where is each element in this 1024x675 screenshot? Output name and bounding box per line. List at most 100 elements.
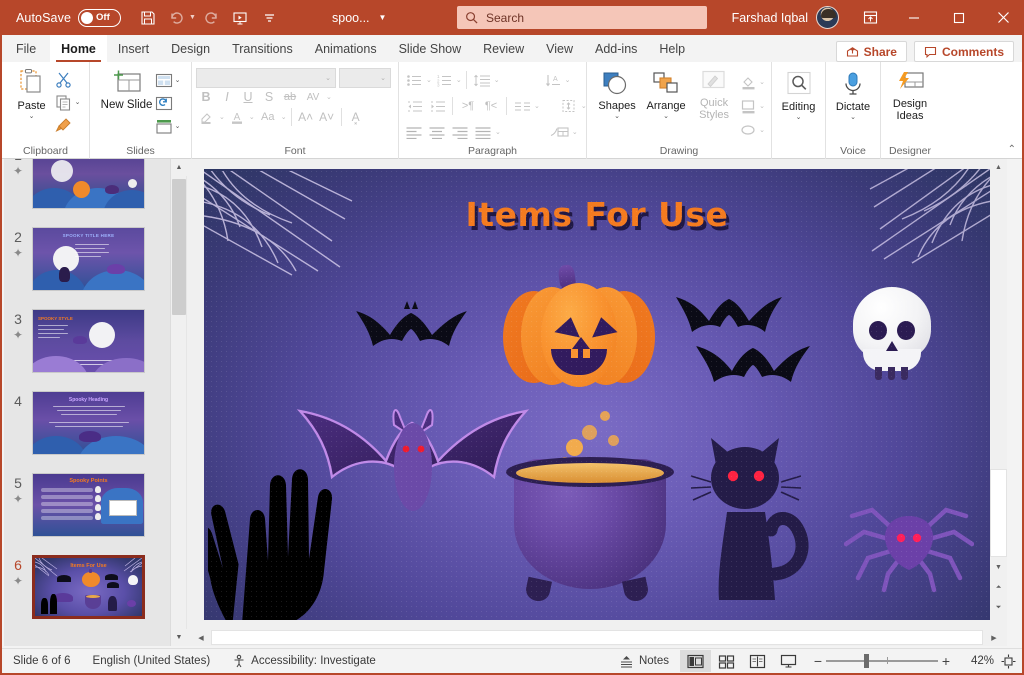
zoom-out-button[interactable]: − xyxy=(810,653,826,669)
layout-dropdown-caret[interactable]: ⌄ xyxy=(175,76,181,84)
slide-horizontal-scrollbar[interactable]: ◀ ▶ xyxy=(187,629,1007,646)
thumbnail-image-3[interactable]: SPOOKY STYLE xyxy=(32,309,145,373)
notes-button[interactable]: Notes xyxy=(608,649,680,674)
slide-title[interactable]: Items For Use xyxy=(204,195,990,234)
ribbon-display-options-icon[interactable] xyxy=(849,0,891,35)
thumbnail-image-1[interactable]: SPOOK FEST xyxy=(32,159,145,209)
slide-thumbnail-pane[interactable]: 1 ✦ SPOOK FEST 2 ✦ xyxy=(4,159,187,646)
jack-o-lantern-pumpkin[interactable] xyxy=(499,279,659,394)
bold-button[interactable]: B xyxy=(196,90,216,104)
design-ideas-button[interactable]: Design Ideas xyxy=(884,68,936,122)
zoom-in-button[interactable]: + xyxy=(938,653,954,669)
tab-file[interactable]: File xyxy=(2,35,50,62)
columns-caret[interactable]: ⌄ xyxy=(534,102,540,110)
tab-slide-show[interactable]: Slide Show xyxy=(388,35,473,62)
character-spacing-caret[interactable]: ⌄ xyxy=(326,93,332,101)
thumbnail-slide-6[interactable]: 6 ✦ Items For Use xyxy=(4,555,174,619)
avatar[interactable] xyxy=(816,6,839,29)
thumbnail-image-4[interactable]: Spooky Heading xyxy=(32,391,145,455)
zoom-track[interactable] xyxy=(826,660,938,662)
copy-button[interactable] xyxy=(53,91,75,113)
customize-quick-access-icon[interactable] xyxy=(256,5,283,31)
thumbnail-slide-1[interactable]: 1 ✦ SPOOK FEST xyxy=(4,159,174,209)
thumbnail-scroll-thumb[interactable] xyxy=(172,179,186,315)
copy-dropdown-caret[interactable]: ⌄ xyxy=(75,98,81,106)
font-color-button[interactable]: A xyxy=(226,106,248,128)
skull[interactable] xyxy=(849,287,935,385)
slide-counter[interactable]: Slide 6 of 6 xyxy=(2,649,82,674)
increase-font-size-button[interactable]: A˄ xyxy=(296,110,316,124)
arrange-button[interactable]: Arrange ⌄ xyxy=(641,67,691,121)
underline-button[interactable]: U xyxy=(238,90,258,104)
columns-button[interactable] xyxy=(511,95,533,117)
scroll-down-icon[interactable]: ▼ xyxy=(171,629,187,646)
reset-button[interactable] xyxy=(153,92,175,114)
scroll-up-icon[interactable]: ▲ xyxy=(990,159,1007,176)
dictate-button[interactable]: Dictate ⌄ xyxy=(829,68,877,122)
shape-fill-caret[interactable]: ⌄ xyxy=(759,78,765,86)
character-spacing-button[interactable]: AV xyxy=(301,92,325,103)
tab-view[interactable]: View xyxy=(535,35,584,62)
align-text-caret[interactable]: ⌄ xyxy=(581,102,587,110)
minimize-icon[interactable] xyxy=(891,0,936,35)
reading-view-button[interactable] xyxy=(742,650,773,672)
smartart-caret[interactable]: ⌄ xyxy=(572,128,578,136)
thumbnail-pane-scrollbar[interactable]: ▲ ▼ xyxy=(170,159,186,646)
chevron-down-icon[interactable]: ⌄ xyxy=(796,114,802,122)
section-dropdown-caret[interactable]: ⌄ xyxy=(175,122,181,130)
increase-indent-button[interactable] xyxy=(426,95,448,117)
thumbnail-image-5[interactable]: Spooky Points xyxy=(32,473,145,537)
text-shadow-button[interactable]: S xyxy=(259,90,279,104)
shape-fill-button[interactable] xyxy=(737,71,759,93)
tab-design[interactable]: Design xyxy=(160,35,221,62)
thumbnail-image-6[interactable]: Items For Use xyxy=(32,555,145,619)
ltr-text-button[interactable]: ¶< xyxy=(480,100,502,112)
chevron-down-icon[interactable]: ⌄ xyxy=(850,114,856,122)
language-indicator[interactable]: English (United States) xyxy=(82,649,222,674)
tab-help[interactable]: Help xyxy=(648,35,696,62)
zoom-level[interactable]: 42% xyxy=(960,655,994,667)
rtl-text-button[interactable]: >¶ xyxy=(457,100,479,112)
shape-effects-button[interactable] xyxy=(737,119,759,141)
line-spacing-button[interactable] xyxy=(471,69,493,91)
shapes-button[interactable]: Shapes ⌄ xyxy=(593,67,641,121)
slide-scroll-thumb[interactable] xyxy=(990,469,1007,557)
text-highlight-color-button[interactable] xyxy=(196,106,218,128)
collapse-ribbon-icon[interactable]: ⌃ xyxy=(1008,144,1016,155)
quick-styles-button[interactable]: Quick Styles xyxy=(691,67,737,121)
thumbnail-slide-2[interactable]: 2 ✦ SPOOKY TITLE HERE xyxy=(4,227,174,291)
chevron-down-icon[interactable]: ⌄ xyxy=(663,113,669,121)
scroll-right-icon[interactable]: ▶ xyxy=(986,629,1002,646)
search-input[interactable]: Search xyxy=(457,6,707,29)
zoom-knob[interactable] xyxy=(864,654,869,668)
font-name-combo[interactable]: ⌄ xyxy=(196,68,336,88)
strikethrough-button[interactable]: ab xyxy=(280,91,300,103)
layout-button[interactable] xyxy=(153,69,175,91)
font-size-combo[interactable]: ⌄ xyxy=(339,68,391,88)
thumbnail-slide-4[interactable]: 4 Spooky Heading xyxy=(4,391,174,455)
slide-sorter-view-button[interactable] xyxy=(711,650,742,672)
line-spacing-caret[interactable]: ⌄ xyxy=(494,76,500,84)
scroll-up-icon[interactable]: ▲ xyxy=(171,159,187,176)
comments-button[interactable]: Comments xyxy=(914,41,1014,62)
tab-insert[interactable]: Insert xyxy=(107,35,160,62)
cut-button[interactable] xyxy=(53,68,75,90)
thumbnail-slide-3[interactable]: 3 ✦ SPOOKY STYLE xyxy=(4,309,174,373)
slide-hscroll-thumb[interactable] xyxy=(211,630,983,645)
justify-button[interactable] xyxy=(472,121,494,143)
redo-icon[interactable] xyxy=(198,5,225,31)
chevron-down-icon[interactable]: ⌄ xyxy=(29,113,35,121)
new-slide-button[interactable]: New Slide xyxy=(101,66,153,112)
bullets-caret[interactable]: ⌄ xyxy=(426,76,432,84)
editing-button[interactable]: Editing ⌄ xyxy=(775,68,823,122)
italic-button[interactable]: I xyxy=(217,90,237,104)
align-left-button[interactable] xyxy=(403,121,425,143)
section-button[interactable] xyxy=(153,115,175,137)
slide-show-button[interactable] xyxy=(773,650,804,672)
shape-outline-button[interactable] xyxy=(737,95,759,117)
text-direction-button[interactable]: A xyxy=(542,69,564,91)
numbering-caret[interactable]: ⌄ xyxy=(456,76,462,84)
user-name[interactable]: Farshad Iqbal xyxy=(732,11,808,25)
zoom-slider[interactable]: − + xyxy=(810,653,954,669)
align-right-button[interactable] xyxy=(449,121,471,143)
